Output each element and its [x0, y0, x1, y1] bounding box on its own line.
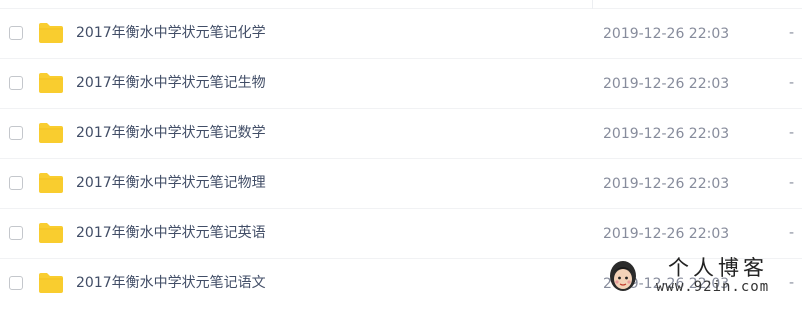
- file-size: -: [789, 75, 795, 91]
- file-name[interactable]: 2017年衡水中学状元笔记语文: [76, 274, 266, 292]
- file-row[interactable]: 2017年衡水中学状元笔记生物 2019-12-26 22:03 -: [0, 59, 802, 109]
- watermark-title: 个人博客: [668, 256, 768, 280]
- file-modified-time: 2019-12-26 22:03: [603, 126, 730, 142]
- file-size: -: [789, 125, 795, 141]
- row-checkbox[interactable]: [9, 226, 23, 240]
- file-name[interactable]: 2017年衡水中学状元笔记英语: [76, 224, 266, 242]
- file-row[interactable]: 2017年衡水中学状元笔记英语 2019-12-26 22:03 -: [0, 209, 802, 259]
- folder-icon: [39, 223, 63, 243]
- folder-icon: [39, 73, 63, 93]
- folder-icon: [39, 273, 63, 293]
- folder-icon: [39, 123, 63, 143]
- row-checkbox[interactable]: [9, 76, 23, 90]
- file-modified-time: 2019-12-26 22:03: [603, 26, 730, 42]
- file-size: -: [789, 225, 795, 241]
- column-separator: [592, 0, 593, 9]
- file-name[interactable]: 2017年衡水中学状元笔记数学: [76, 124, 266, 142]
- file-size: -: [789, 25, 795, 41]
- blog-watermark: 个人博客 www.92in.com: [598, 255, 802, 298]
- folder-icon: [39, 173, 63, 193]
- file-name[interactable]: 2017年衡水中学状元笔记物理: [76, 174, 266, 192]
- file-modified-time: 2019-12-26 22:03: [603, 176, 730, 192]
- row-checkbox[interactable]: [9, 276, 23, 290]
- file-modified-time: 2019-12-26 22:03: [603, 76, 730, 92]
- file-row[interactable]: 2017年衡水中学状元笔记物理 2019-12-26 22:03 -: [0, 159, 802, 209]
- row-checkbox[interactable]: [9, 26, 23, 40]
- file-name[interactable]: 2017年衡水中学状元笔记化学: [76, 24, 266, 42]
- file-size: -: [789, 175, 795, 191]
- folder-icon: [39, 23, 63, 43]
- file-row[interactable]: 2017年衡水中学状元笔记化学 2019-12-26 22:03 -: [0, 9, 802, 59]
- row-checkbox[interactable]: [9, 176, 23, 190]
- row-checkbox[interactable]: [9, 126, 23, 140]
- file-row[interactable]: 2017年衡水中学状元笔记数学 2019-12-26 22:03 -: [0, 109, 802, 159]
- file-name[interactable]: 2017年衡水中学状元笔记生物: [76, 74, 266, 92]
- file-modified-time: 2019-12-26 22:03: [603, 226, 730, 242]
- avatar-icon: [610, 261, 636, 291]
- watermark-url: www.92in.com: [656, 279, 770, 295]
